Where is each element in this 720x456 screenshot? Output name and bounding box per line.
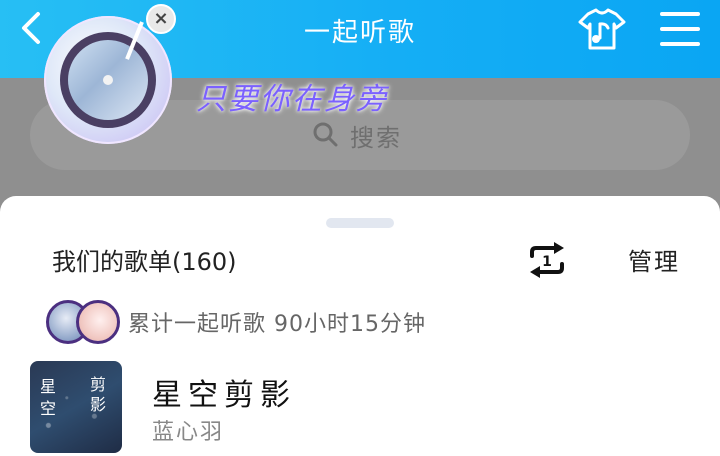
tagline: 只要你在身旁 [196,82,388,117]
song-artist: 蓝心羽 [152,420,225,445]
playlist-title: 我们的歌单(160) [52,248,237,276]
song-title[interactable]: 星空剪影 [152,370,296,414]
avatar [76,300,120,344]
search-icon[interactable] [312,121,338,147]
repeat-one-icon[interactable]: 1 [524,242,570,278]
listening-stats: 累计一起听歌 90小时15分钟 [128,312,426,337]
close-icon[interactable]: × [146,4,176,34]
sheet-drag-handle[interactable] [326,218,394,228]
cover-text-char: 影 [90,395,107,414]
svg-text:1: 1 [542,254,552,270]
cover-text-char: 空 [40,399,57,418]
search-placeholder: 搜索 [350,124,402,152]
tshirt-music-icon[interactable] [578,8,626,52]
song-cover[interactable]: 星空剪影 [30,361,122,453]
listener-avatars [46,300,120,344]
disc-center-hole [103,75,113,85]
cover-text-char: 星 [40,377,57,396]
manage-button[interactable]: 管理 [628,242,680,277]
menu-icon[interactable] [660,12,700,46]
